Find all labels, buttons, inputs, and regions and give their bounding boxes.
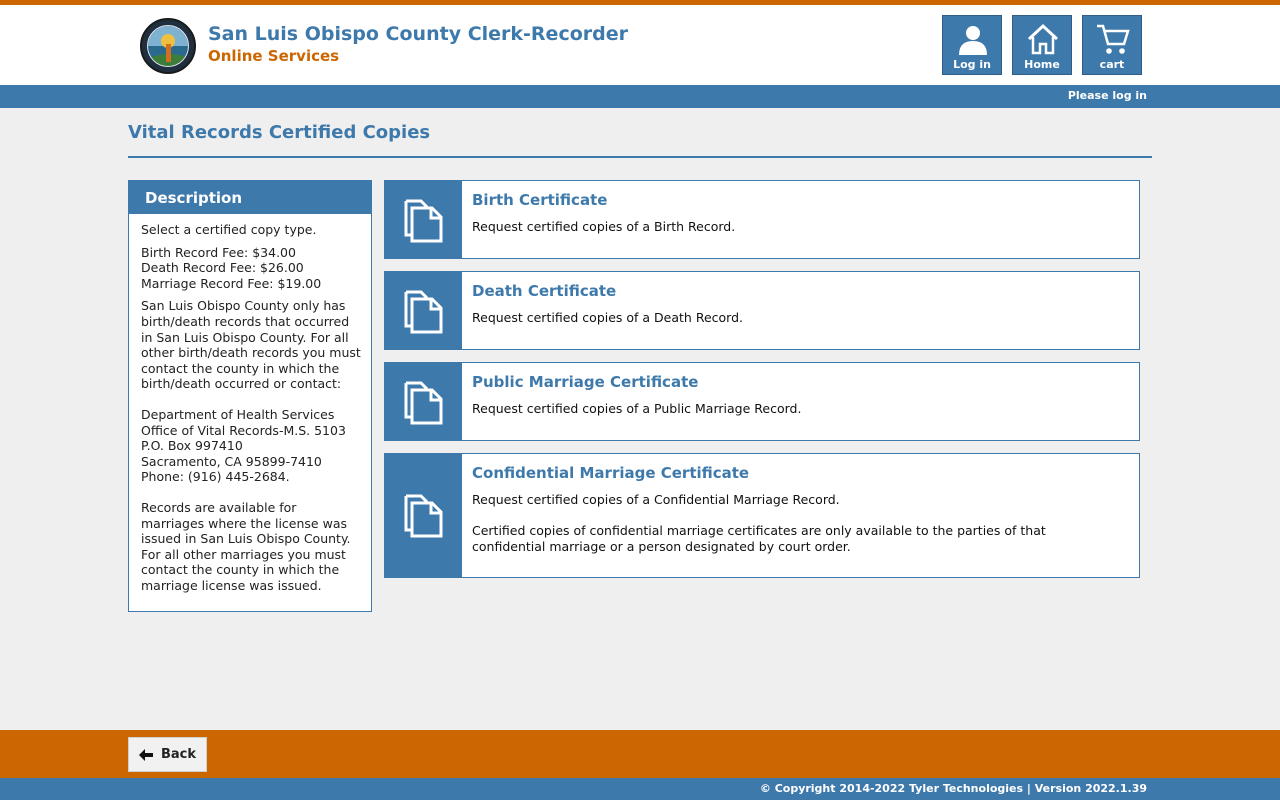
document-copy-icon (404, 290, 443, 334)
county-seal-logo[interactable] (140, 18, 196, 74)
card-description: Request certified copies of a Public Mar… (472, 401, 802, 416)
fee-list: Birth Record Fee: $34.00 Death Record Fe… (141, 245, 361, 292)
death-certificate-card[interactable]: Death Certificate Request certified copi… (384, 271, 1140, 350)
fee-birth: Birth Record Fee: $34.00 (141, 244, 296, 260)
birth-death-note: San Luis Obispo County only has birth/de… (141, 298, 361, 392)
birth-certificate-card[interactable]: Birth Certificate Request certified copi… (384, 180, 1140, 259)
site-title[interactable]: San Luis Obispo County Clerk-Recorder (208, 23, 628, 45)
card-description: Request certified copies of a Birth Reco… (472, 219, 736, 234)
cart-button-label: cart (1099, 58, 1125, 71)
page-title: Vital Records Certified Copies (128, 122, 431, 143)
public-marriage-certificate-card[interactable]: Public Marriage Certificate Request cert… (384, 362, 1140, 441)
card-title[interactable]: Public Marriage Certificate (472, 373, 698, 391)
title-divider (128, 156, 1152, 158)
confidential-marriage-certificate-card[interactable]: Confidential Marriage Certificate Reques… (384, 453, 1140, 578)
address-phone: Phone: (916) 445-2684. (141, 469, 290, 485)
home-button-label: Home (1024, 58, 1060, 71)
login-button-label: Log in (953, 58, 991, 71)
address-line: Office of Vital Records-M.S. 5103 (141, 422, 346, 438)
marriage-note: Records are available for marriages wher… (141, 499, 351, 593)
document-copy-icon (404, 494, 443, 538)
cart-icon (1097, 24, 1130, 54)
login-prompt[interactable]: Please log in (1068, 89, 1147, 102)
card-title[interactable]: Confidential Marriage Certificate (472, 464, 749, 482)
card-note: Certified copies of confidential marriag… (472, 523, 1046, 554)
copyright-text: © Copyright 2014-2022 Tyler Technologies… (759, 782, 1147, 795)
card-description: Request certified copies of a Death Reco… (472, 310, 743, 325)
arrow-left-icon (139, 749, 153, 761)
site-header: San Luis Obispo County Clerk-Recorder On… (0, 5, 1280, 85)
fee-marriage: Marriage Record Fee: $19.00 (141, 275, 322, 291)
description-body: Select a certified copy type. Birth Reco… (129, 214, 371, 593)
card-title[interactable]: Death Certificate (472, 282, 616, 300)
home-button[interactable]: Home (1012, 15, 1072, 75)
login-button[interactable]: Log in (942, 15, 1002, 75)
card-title[interactable]: Birth Certificate (472, 191, 607, 209)
user-icon (959, 26, 987, 55)
description-heading: Description (129, 181, 371, 214)
home-icon (1027, 23, 1059, 55)
address-line: Department of Health Services (141, 406, 335, 422)
footer-bar: © Copyright 2014-2022 Tyler Technologies… (0, 778, 1280, 800)
document-copy-icon (404, 199, 443, 243)
card-description: Request certified copies of a Confidenti… (472, 492, 840, 507)
description-panel: Description Select a certified copy type… (128, 180, 372, 612)
contact-address: Department of Health Services Office of … (141, 407, 361, 485)
fee-death: Death Record Fee: $26.00 (141, 260, 304, 276)
address-line: Sacramento, CA 95899-7410 (141, 453, 322, 469)
back-button-label: Back (161, 747, 197, 762)
description-intro: Select a certified copy type. (141, 222, 317, 237)
footer-action-bar: Back (0, 730, 1280, 778)
back-button[interactable]: Back (128, 737, 207, 772)
site-subtitle: Online Services (208, 47, 340, 65)
cart-button[interactable]: cart (1082, 15, 1142, 75)
address-line: P.O. Box 997410 (141, 438, 243, 454)
document-copy-icon (404, 381, 443, 425)
status-bar: Please log in (0, 85, 1280, 108)
